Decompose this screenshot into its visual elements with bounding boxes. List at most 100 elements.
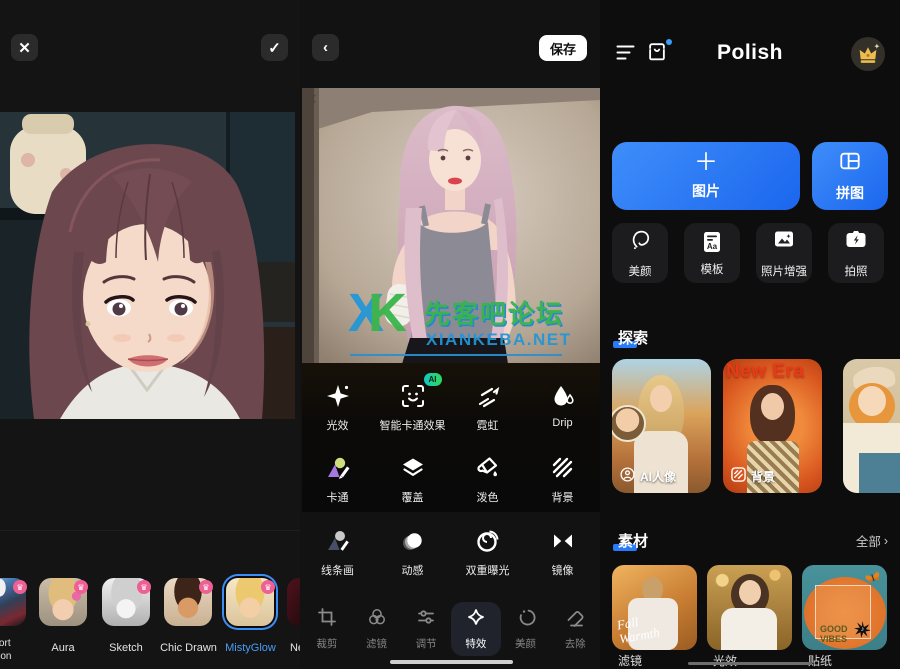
crown-badge-icon: ♛: [74, 580, 88, 594]
material-card-sticker[interactable]: GOOD VIBES ♪: [802, 565, 887, 650]
confirm-button[interactable]: ✓: [261, 34, 288, 61]
effect-drip[interactable]: Drip: [525, 381, 600, 433]
material-card-filter[interactable]: Fall Warmth: [612, 565, 697, 650]
mirror-icon: [550, 526, 576, 556]
material-card-light[interactable]: [707, 565, 792, 650]
premium-crown-button[interactable]: [851, 37, 885, 71]
butterfly-icon: [864, 569, 882, 592]
figure-overalls: [859, 453, 900, 493]
beauty-hair-icon: [629, 228, 652, 256]
crown-badge-icon: ♛: [199, 580, 213, 594]
light-effect-icon: [325, 381, 351, 411]
style-label: Aura: [39, 642, 87, 654]
effect-overlay[interactable]: 覆盖: [375, 453, 450, 505]
sliders-icon: [416, 607, 436, 630]
figure-face: [650, 385, 672, 412]
camera-tool-button[interactable]: 拍照: [828, 223, 884, 283]
see-all-link[interactable]: 全部 ›: [856, 531, 888, 550]
collage-button[interactable]: 拼图: [812, 142, 888, 210]
effects-editor-panel: ‹ 保存: [300, 0, 601, 669]
effect-mirror[interactable]: 镜像: [525, 526, 600, 578]
anime-portrait-preview: [0, 112, 295, 419]
effect-double-exposure[interactable]: 双重曝光: [450, 526, 525, 578]
home-indicator: [688, 662, 812, 665]
figure-face: [739, 580, 761, 605]
back-button[interactable]: ‹: [312, 34, 339, 61]
explore-section-title: 探索: [618, 327, 648, 348]
photo-enhance-icon: [772, 227, 796, 256]
beauty-face-icon: [516, 607, 536, 630]
effect-line-drawing[interactable]: 线条画: [300, 526, 375, 578]
effect-background[interactable]: 背景: [525, 453, 600, 505]
diagonal-stripes-icon: [550, 453, 576, 483]
neon-lines-icon: [475, 381, 501, 411]
card-label: AI人像: [620, 467, 676, 485]
figure-face: [761, 393, 784, 420]
left-editor-panel: ✕ ✓: [0, 0, 301, 669]
effect-motion[interactable]: 动感: [375, 526, 450, 578]
style-thumb-ne[interactable]: [287, 578, 301, 626]
editor-toolbar: 裁剪 滤镜 调节 特效 美颜 去除: [302, 602, 600, 656]
crown-badge-icon: ♛: [137, 580, 151, 594]
effect-light[interactable]: 光效: [300, 381, 375, 433]
style-label-selected: MistyGlow: [208, 642, 293, 654]
camera-icon: [844, 227, 868, 256]
materials-section-title: 素材: [618, 530, 648, 551]
material-label: 光效: [713, 652, 737, 669]
add-image-button[interactable]: ＋ 图片: [612, 142, 800, 210]
effect-smart-cartoon[interactable]: AI 智能卡通效果: [375, 381, 450, 433]
beauty-tool-button[interactable]: 美颜: [612, 223, 668, 283]
figure-face: [858, 386, 886, 416]
close-button[interactable]: ✕: [11, 34, 38, 61]
tab-beauty[interactable]: 美颜: [501, 602, 551, 656]
template-tool-button[interactable]: Aa 模板: [684, 223, 740, 283]
crown-badge-icon: ♛: [261, 580, 275, 594]
effects-row-1: 光效 AI 智能卡通效果 霓虹 Drip: [300, 381, 600, 433]
photo-back-chevron-icon[interactable]: ‹: [310, 88, 316, 110]
close-icon: ✕: [18, 39, 31, 57]
photo-preview: ‹ XK 先客吧论坛 XIANKEBA.NET: [302, 88, 600, 512]
chevron-right-icon: ›: [884, 534, 888, 548]
cartoon-icon: [325, 453, 351, 483]
photo-art: [302, 88, 600, 364]
tab-crop[interactable]: 裁剪: [302, 602, 352, 656]
plus-icon: ＋: [694, 151, 718, 175]
crown-icon: [856, 42, 880, 66]
effect-splash[interactable]: 泼色: [450, 453, 525, 505]
effect-neon[interactable]: 霓虹: [450, 381, 525, 433]
confirm-icon: ✓: [268, 39, 281, 57]
face-scan-icon: AI: [400, 381, 426, 411]
sparkle-diamond-icon: [466, 607, 486, 630]
save-button[interactable]: 保存: [539, 35, 587, 61]
sticker-text: GOOD VIBES: [820, 625, 848, 645]
effect-cartoon[interactable]: 卡通: [300, 453, 375, 505]
explore-card-background[interactable]: New Era 背景: [723, 359, 822, 493]
stripes-chip-icon: [731, 467, 746, 485]
tab-adjust[interactable]: 调节: [401, 602, 451, 656]
ai-badge: AI: [424, 373, 442, 386]
tab-filter[interactable]: 滤镜: [352, 602, 402, 656]
tab-remove[interactable]: 去除: [550, 602, 600, 656]
material-label: 滤镜: [618, 652, 642, 669]
paint-bucket-icon: [475, 453, 501, 483]
explore-card-ai-portrait[interactable]: AI人像: [612, 359, 711, 493]
explore-card-cartoon[interactable]: [843, 359, 900, 493]
double-exposure-icon: [475, 526, 501, 556]
home-panel: Polish ＋ 图片 拼图 美颜 Aa 模板 照片增强: [600, 0, 900, 669]
home-indicator: [390, 660, 513, 664]
anime-portrait-art: [0, 112, 295, 419]
material-label: 贴纸: [808, 652, 832, 669]
crown-badge-icon: ♛: [13, 580, 27, 594]
template-icon: Aa: [700, 230, 724, 254]
layers-icon: [400, 453, 426, 483]
filter-circles-icon: [367, 607, 387, 630]
eraser-icon: [565, 607, 585, 630]
style-label: Ne: [282, 642, 301, 654]
back-icon: ‹: [323, 39, 328, 56]
divider: [0, 530, 300, 531]
motion-blur-icon: [400, 526, 426, 556]
tab-effects[interactable]: 特效: [451, 602, 501, 656]
card-headline: New Era: [726, 361, 822, 383]
water-drop-icon: [550, 381, 576, 411]
enhance-tool-button[interactable]: 照片增强: [756, 223, 812, 283]
